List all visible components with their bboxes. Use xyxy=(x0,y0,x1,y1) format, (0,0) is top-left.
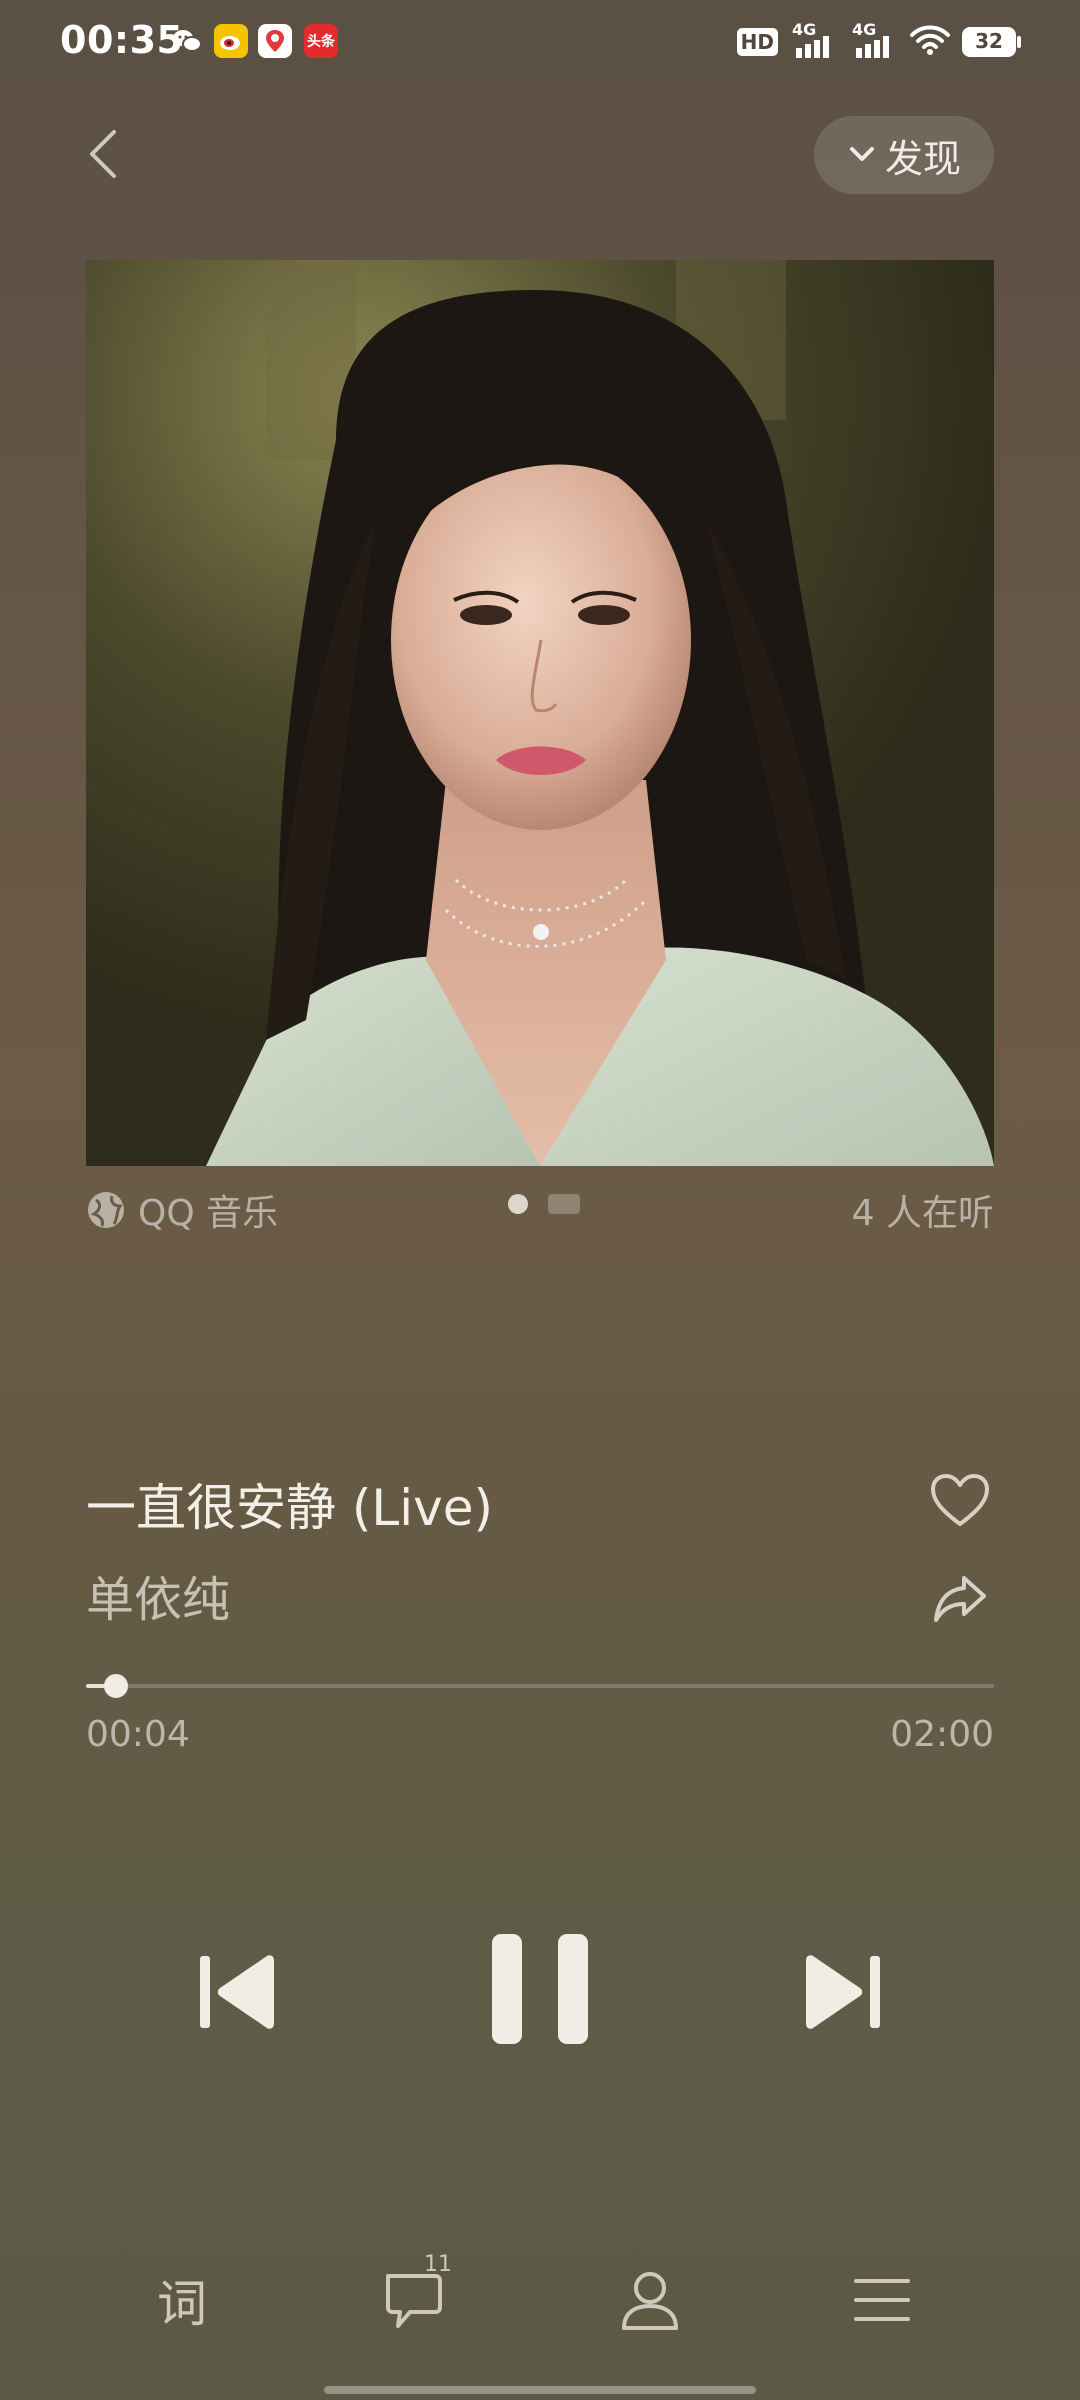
weibo-icon xyxy=(214,24,248,58)
playlist-button[interactable] xyxy=(834,2260,930,2340)
album-cover-image[interactable] xyxy=(86,260,994,1166)
status-bar: 00:35 头条 HD 4G 4G 32 xyxy=(0,0,1080,86)
back-button[interactable] xyxy=(76,118,132,190)
chevron-left-icon xyxy=(90,130,116,178)
chevron-down-icon xyxy=(849,147,874,161)
lyrics-label: 词 xyxy=(157,2275,207,2333)
signal-sim1-icon: 4G xyxy=(790,20,838,62)
person-icon xyxy=(622,2272,678,2330)
progress-thumb[interactable] xyxy=(104,1674,129,1698)
menu-list-icon xyxy=(854,2279,910,2321)
lyrics-button[interactable]: 词 xyxy=(134,2260,230,2340)
map-pin-app-icon xyxy=(258,24,292,58)
previous-button[interactable] xyxy=(186,1940,290,2044)
comment-icon xyxy=(386,2274,442,2328)
toutiao-label: 头条 xyxy=(307,34,335,50)
status-indicators: HD 4G 4G 32 xyxy=(736,20,1022,62)
share-button[interactable] xyxy=(924,1562,996,1634)
share-icon xyxy=(934,1576,986,1622)
song-artist[interactable]: 单依纯 xyxy=(86,1560,230,1630)
globe-icon xyxy=(88,1192,124,1228)
skip-previous-icon xyxy=(200,1955,274,2029)
comments-button[interactable]: 11 xyxy=(366,2252,462,2340)
hd-label: HD xyxy=(736,28,778,56)
like-button[interactable] xyxy=(924,1464,996,1536)
hd-badge: HD xyxy=(736,28,778,56)
source-label: QQ 音乐 xyxy=(138,1193,279,1234)
artist-button[interactable] xyxy=(602,2260,698,2340)
pause-button[interactable] xyxy=(480,1924,600,2054)
progress-bar[interactable] xyxy=(86,1674,994,1698)
wechat-icon xyxy=(170,24,204,58)
next-button[interactable] xyxy=(790,1940,894,2044)
discover-label: 发现 xyxy=(884,136,961,181)
discover-button[interactable]: 发现 xyxy=(814,116,994,194)
battery-icon: 32 xyxy=(962,27,1022,57)
status-time: 00:35 xyxy=(60,18,184,62)
pause-icon xyxy=(492,1934,588,2044)
home-indicator[interactable] xyxy=(324,2386,756,2394)
toutiao-icon: 头条 xyxy=(304,24,338,58)
heart-icon xyxy=(931,1474,989,1526)
battery-level: 32 xyxy=(975,29,1003,53)
comment-count: 11 xyxy=(424,2252,452,2277)
qq-music-source[interactable]: QQ 音乐 xyxy=(86,1184,278,1236)
signal-sim2-icon: 4G xyxy=(850,20,898,62)
page-dot-active[interactable] xyxy=(508,1194,528,1214)
source-row: QQ 音乐 4 人在听 xyxy=(86,1176,994,1236)
wifi-icon xyxy=(910,24,950,60)
total-time: 02:00 xyxy=(890,1714,994,1755)
page-indicator[interactable] xyxy=(508,1194,580,1214)
skip-next-icon xyxy=(806,1955,880,2029)
song-title: 一直很安静 (Live) xyxy=(86,1479,494,1537)
elapsed-time: 00:04 xyxy=(86,1714,190,1755)
page-dot-inactive[interactable] xyxy=(548,1194,580,1214)
listener-count[interactable]: 4 人在听 xyxy=(852,1184,994,1236)
